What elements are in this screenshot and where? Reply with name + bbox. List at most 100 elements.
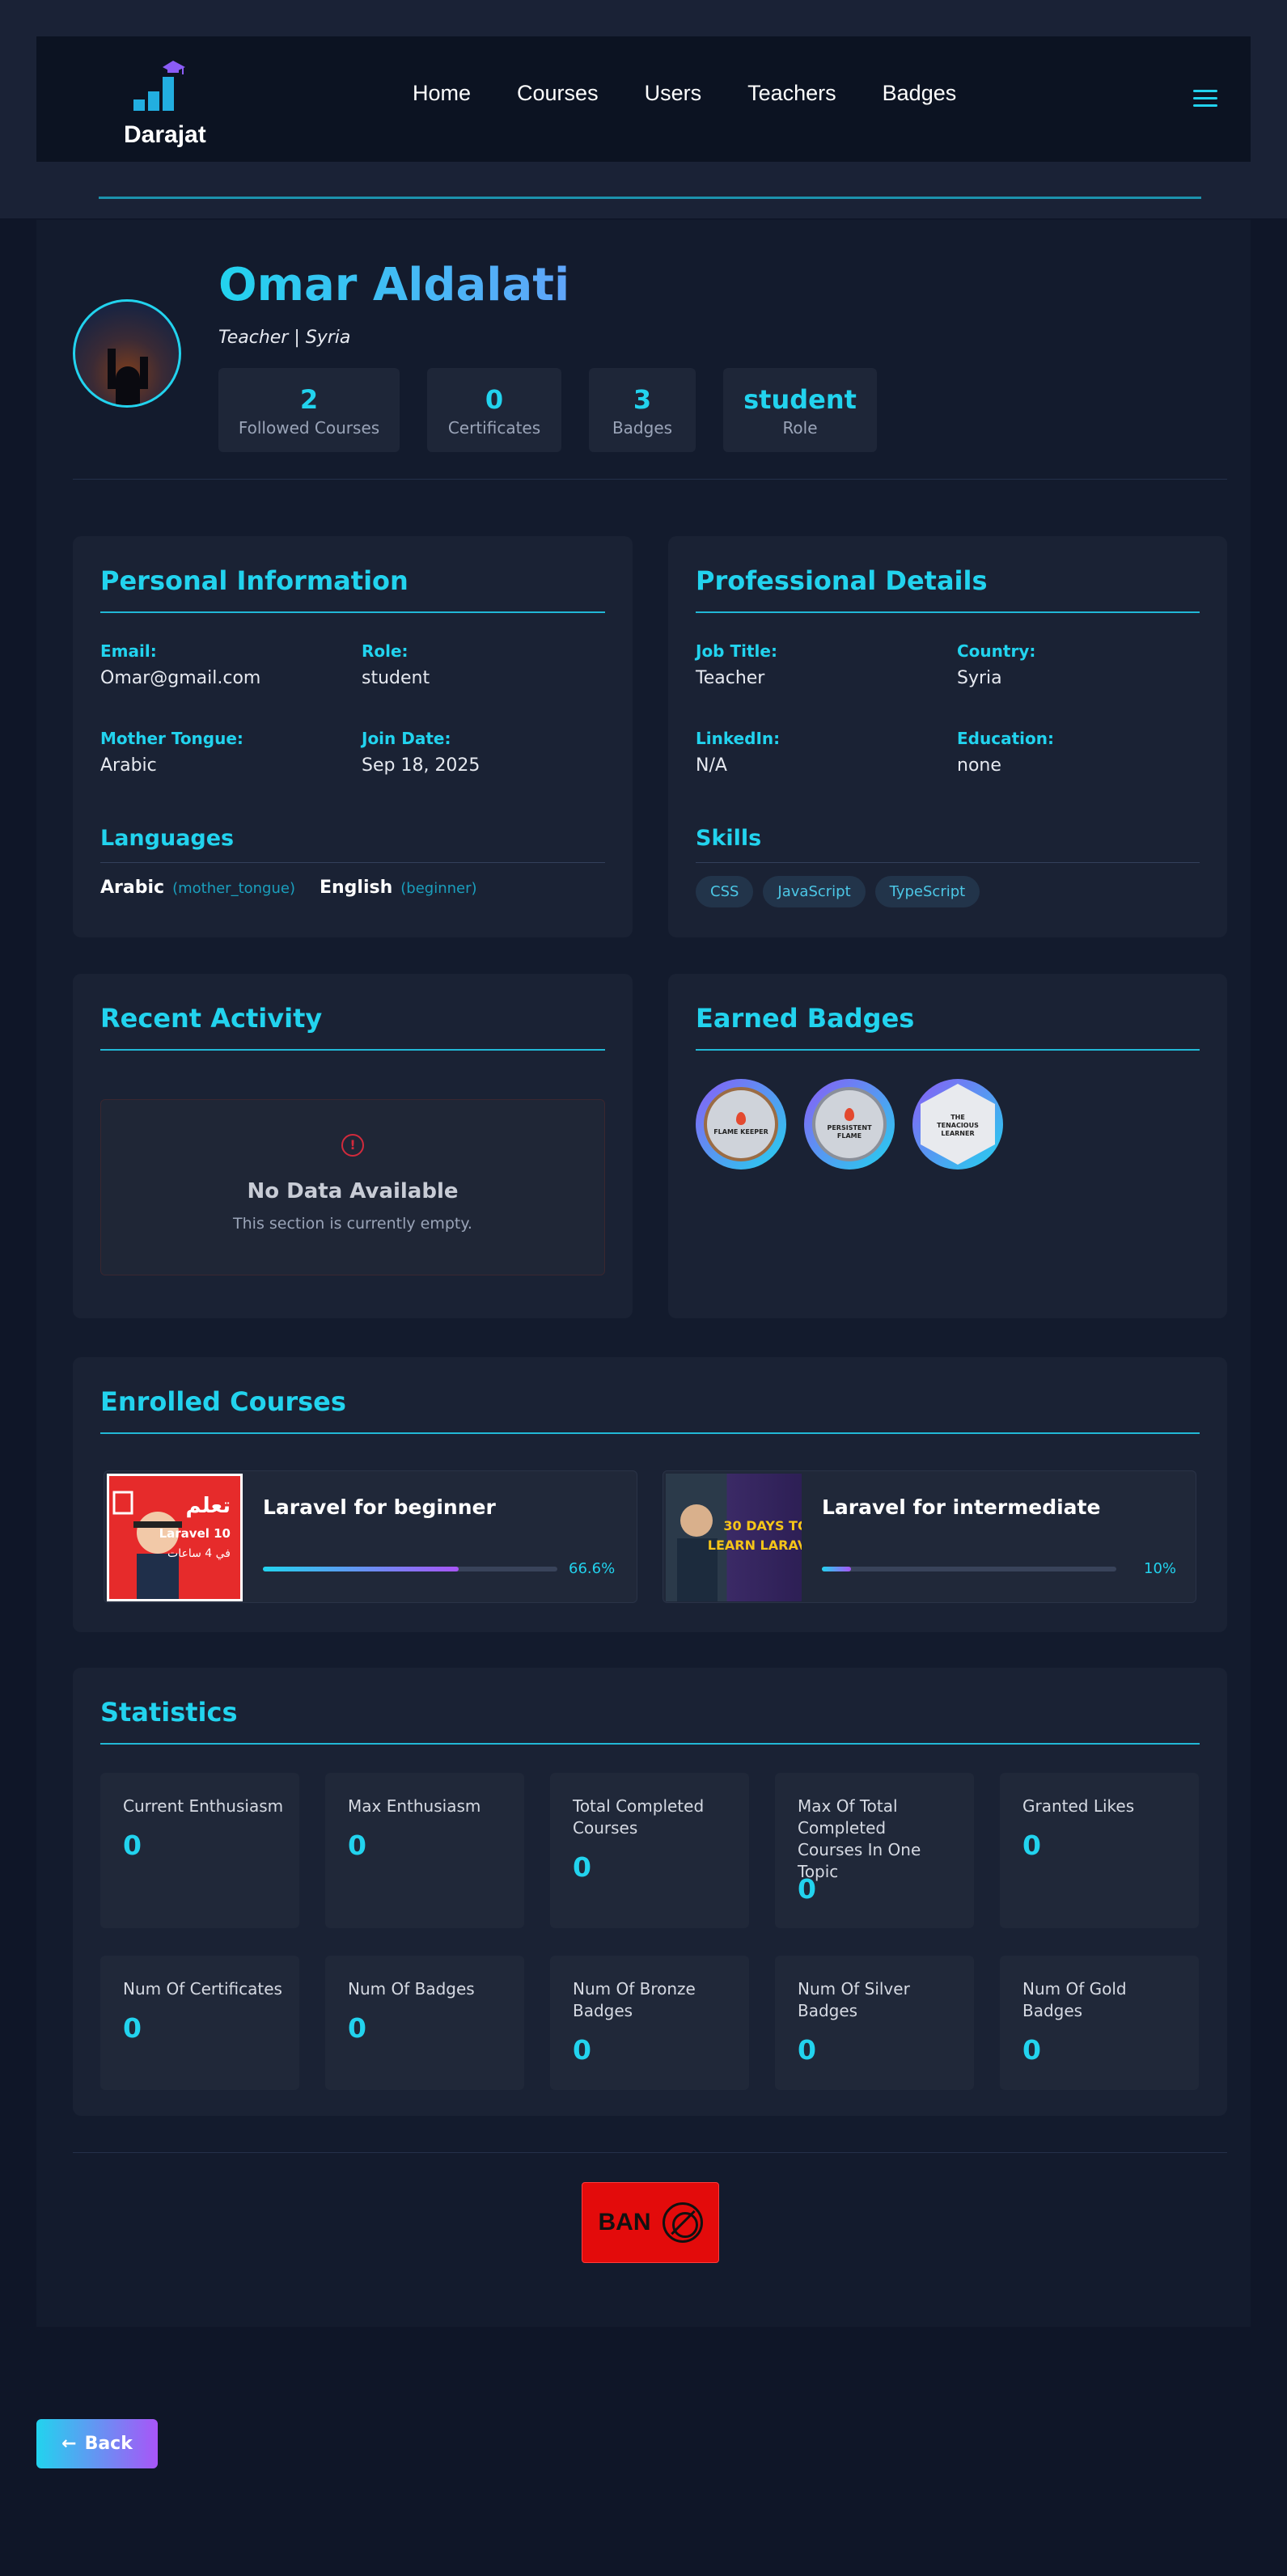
- badge-persistent-flame[interactable]: PERSISTENT FLAME: [804, 1079, 895, 1170]
- language-name: Arabic: [100, 878, 165, 898]
- brand-name: Darajat: [124, 121, 206, 148]
- title-rule: [100, 1049, 605, 1051]
- stat-label: Num Of Badges: [348, 1979, 475, 1999]
- card-title: Enrolled Courses: [100, 1386, 346, 1417]
- flame-badge-icon: FLAME KEEPER: [704, 1087, 778, 1161]
- brand-logo[interactable]: Darajat: [124, 53, 213, 150]
- title-rule: [100, 611, 605, 613]
- skill-tag: JavaScript: [763, 876, 866, 907]
- languages-title: Languages: [100, 826, 235, 851]
- stat-label: Max Of Total Completed Courses In One To…: [798, 1796, 921, 1881]
- personal-info-card: Personal Information Email: Omar@gmail.c…: [73, 536, 633, 937]
- role-label: Role:: [362, 641, 409, 661]
- badge-tenacious-learner[interactable]: THE TENACIOUS LEARNER: [912, 1079, 1003, 1170]
- stat-label: Badges: [612, 418, 673, 438]
- stat-label: Role: [782, 418, 818, 438]
- progress-fill: [822, 1567, 852, 1571]
- stat-value: student: [743, 384, 857, 415]
- job-title-label: Job Title:: [696, 641, 777, 661]
- stat-label: Total Completed Courses: [573, 1796, 705, 1838]
- stat-label: Followed Courses: [238, 418, 380, 438]
- skill-tag: TypeScript: [874, 876, 980, 907]
- graduation-cap-icon: [133, 61, 185, 111]
- stat-value: 0: [123, 2012, 142, 2044]
- user-name: Omar Aldalati: [218, 259, 570, 311]
- stat-value: 0: [348, 1829, 366, 1861]
- stat-followed-courses: 2 Followed Courses: [218, 368, 400, 452]
- flame-badge-icon: PERSISTENT FLAME: [812, 1087, 887, 1161]
- course-title: Laravel for intermediate: [822, 1495, 1101, 1519]
- nav-link-courses[interactable]: Courses: [517, 81, 599, 106]
- nav-link-users[interactable]: Users: [645, 81, 702, 106]
- stat-label: Certificates: [447, 418, 541, 438]
- earned-badges-card: Earned Badges FLAME KEEPER PERSISTENT FL…: [668, 974, 1227, 1318]
- mother-tongue-label: Mother Tongue:: [100, 729, 243, 748]
- join-date-label: Join Date:: [362, 729, 451, 748]
- stat-num-silver-badges: Num Of Silver Badges 0: [775, 1956, 974, 2090]
- progress-label: 10%: [1144, 1560, 1177, 1577]
- title-rule: [696, 611, 1200, 613]
- ban-button[interactable]: BAN: [582, 2182, 719, 2263]
- stat-certificates: 0 Certificates: [427, 368, 561, 452]
- empty-title: No Data Available: [247, 1179, 459, 1203]
- user-subtitle: Teacher | Syria: [218, 328, 351, 348]
- hamburger-menu-icon[interactable]: [1193, 90, 1217, 109]
- languages-list: Arabic (mother_tongue) English (beginner…: [100, 878, 493, 898]
- email-label: Email:: [100, 641, 157, 661]
- badge-name: PERSISTENT FLAME: [827, 1124, 872, 1140]
- nav-link-teachers[interactable]: Teachers: [747, 81, 836, 106]
- badge-flame-keeper[interactable]: FLAME KEEPER: [696, 1079, 786, 1170]
- stat-value: 0: [1022, 1829, 1041, 1861]
- ban-label: BAN: [598, 2209, 651, 2235]
- progress-label: 66.6%: [569, 1560, 616, 1577]
- skills-rule: [696, 862, 1200, 863]
- join-date-value: Sep 18, 2025: [362, 755, 481, 776]
- arrow-left-icon: ←: [61, 2434, 77, 2454]
- nav-link-home[interactable]: Home: [413, 81, 471, 106]
- card-title: Personal Information: [100, 565, 409, 596]
- stat-badges: 3 Badges: [589, 368, 696, 452]
- title-rule: [696, 1049, 1200, 1051]
- nav-link-badges[interactable]: Badges: [883, 81, 957, 106]
- top-navbar: Darajat Home Courses Users Teachers Badg…: [36, 36, 1251, 162]
- recent-activity-card: Recent Activity ! No Data Available This…: [73, 974, 633, 1318]
- stat-value: 0: [573, 2034, 591, 2066]
- stat-value: 0: [798, 1873, 816, 1905]
- thumb-text: 30 DAYS TO: [723, 1518, 802, 1533]
- stat-value: 0: [485, 384, 504, 415]
- stat-num-certificates: Num Of Certificates 0: [100, 1956, 299, 2090]
- stat-total-completed-courses: Total Completed Courses 0: [550, 1773, 749, 1928]
- stat-num-bronze-badges: Num Of Bronze Badges 0: [550, 1956, 749, 2090]
- course-card-laravel-intermediate[interactable]: 30 DAYS TO LEARN LARAVEL Laravel for int…: [663, 1470, 1196, 1603]
- course-thumbnail: 30 DAYS TO LEARN LARAVEL: [666, 1474, 802, 1601]
- country-value: Syria: [957, 668, 1002, 688]
- stat-role: student Role: [723, 368, 877, 452]
- linkedin-label: LinkedIn:: [696, 729, 781, 748]
- profile-separator: [73, 479, 1227, 480]
- skills-title: Skills: [696, 826, 762, 851]
- back-label: Back: [84, 2434, 133, 2454]
- empty-subtitle: This section is currently empty.: [233, 1215, 472, 1233]
- stat-max-completed-in-topic: Max Of Total Completed Courses In One To…: [775, 1773, 974, 1928]
- back-button[interactable]: ← Back: [36, 2419, 158, 2468]
- stat-label: Num Of Silver Badges: [798, 1979, 910, 2020]
- card-title: Earned Badges: [696, 1003, 915, 1034]
- progress-fill: [263, 1567, 459, 1571]
- ban-icon: [662, 2202, 703, 2243]
- shield-badge-icon: THE TENACIOUS LEARNER: [921, 1084, 995, 1165]
- course-progress-bar: [822, 1567, 1116, 1571]
- role-value: student: [362, 668, 430, 688]
- stat-label: Num Of Bronze Badges: [573, 1979, 696, 2020]
- email-value: Omar@gmail.com: [100, 668, 261, 688]
- stat-value: 0: [798, 2034, 816, 2066]
- stat-value: 3: [633, 384, 652, 415]
- course-card-laravel-beginner[interactable]: تعلم Laravel 10 في 4 ساعات Laravel for b…: [104, 1470, 637, 1603]
- badge-name: FLAME KEEPER: [713, 1128, 768, 1136]
- skills-list: CSS JavaScript TypeScript: [696, 876, 980, 907]
- nav-links: Home Courses Users Teachers Badges: [413, 81, 956, 106]
- avatar: [73, 299, 181, 408]
- card-title: Professional Details: [696, 565, 988, 596]
- stat-value: 0: [573, 1851, 591, 1883]
- enrolled-courses-card: Enrolled Courses تعلم Laravel 10 في 4 سا…: [73, 1357, 1227, 1632]
- svg-text:LEARN LARAVEL: LEARN LARAVEL: [708, 1538, 802, 1553]
